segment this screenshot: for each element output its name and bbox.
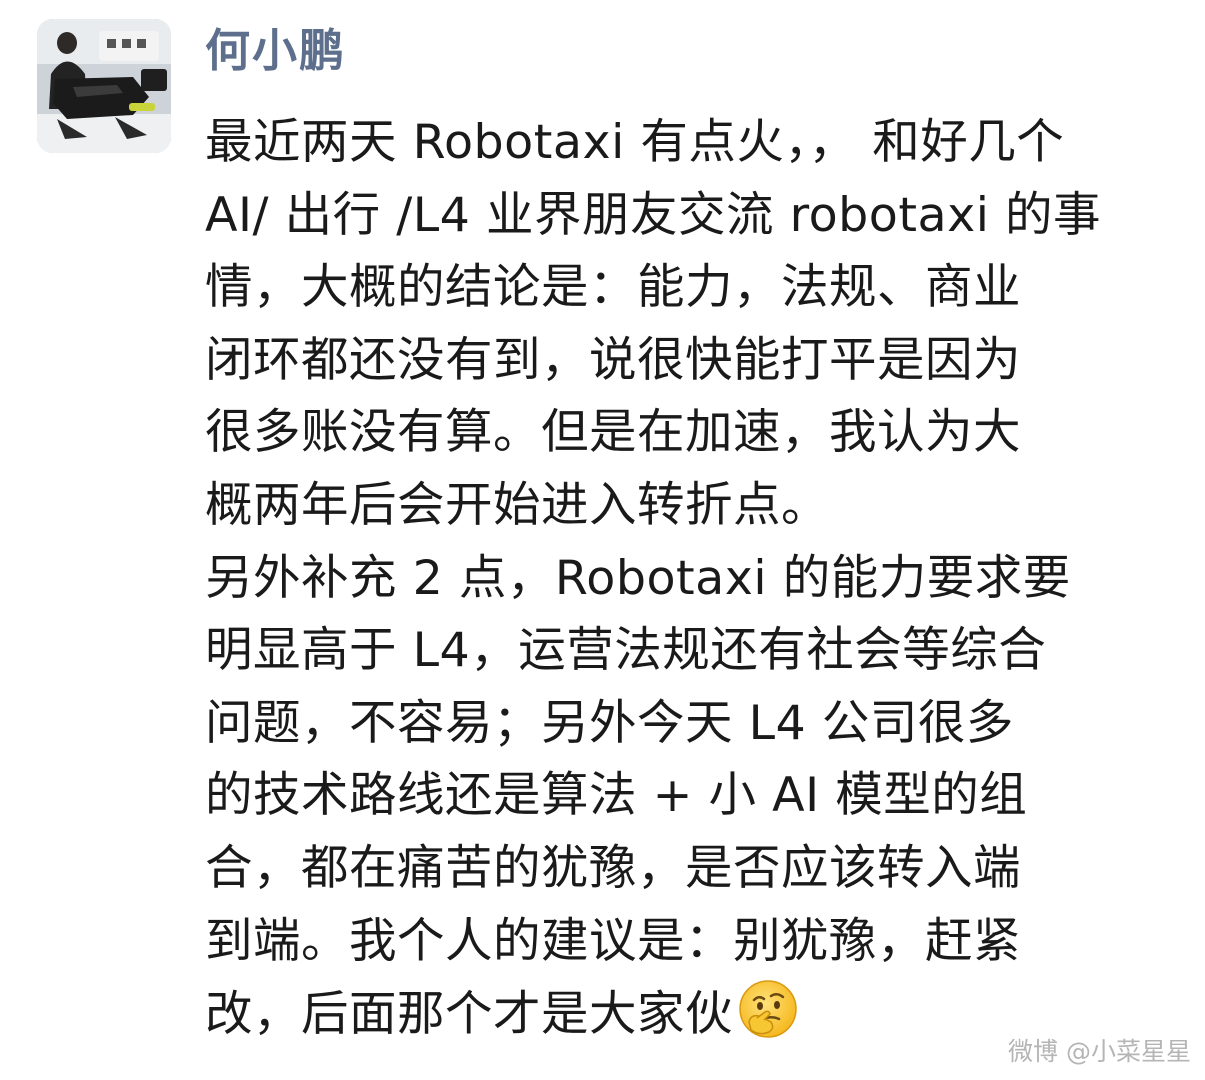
post-text-line: 最近两天 Robotaxi 有点火，， 和好几个: [205, 115, 1065, 170]
post-text-line: 合，都在痛苦的犹豫，是否应该转入端: [205, 840, 1021, 896]
avatar[interactable]: [37, 19, 171, 153]
post-text-line: AI/ 出行 /L4 业界朋友交流 robotaxi 的事: [205, 187, 1101, 243]
thinking-face-emoji: [737, 978, 799, 1040]
author-name[interactable]: 何小鹏: [205, 18, 346, 84]
post-text-line: 很多账没有算。但是在加速，我认为大: [205, 405, 1021, 461]
post-text-line: 到端。我个人的建议是：别犹豫，赶紧: [205, 913, 1021, 969]
watermark: 微博 @小菜星星: [1008, 1037, 1191, 1066]
post-text-line: 问题，不容易；另外今天 L4 公司很多: [205, 695, 1014, 751]
avatar-photo: [37, 19, 171, 153]
post-text-line: 另外补充 2 点，Robotaxi 的能力要求要: [205, 550, 1071, 606]
post-text-line: 情，大概的结论是：能力，法规、商业: [205, 260, 1021, 316]
post-text-line: 闭环都还没有到，说很快能打平是因为: [205, 332, 1021, 388]
weibo-post: 何小鹏 最近两天 Robotaxi 有点火，， 和好几个 AI/ 出行 /L4 …: [0, 0, 1205, 1080]
post-text-line: 概两年后会开始进入转折点。: [205, 477, 829, 533]
post-content: 最近两天 Robotaxi 有点火，， 和好几个 AI/ 出行 /L4 业界朋友…: [205, 107, 1180, 1051]
post-text-line: 的技术路线还是算法 + 小 AI 模型的组: [205, 768, 1028, 824]
post-text-line: 明显高于 L4，运营法规还有社会等综合: [205, 623, 1047, 679]
post-text-last: 改，后面那个才是大家伙: [205, 987, 733, 1043]
